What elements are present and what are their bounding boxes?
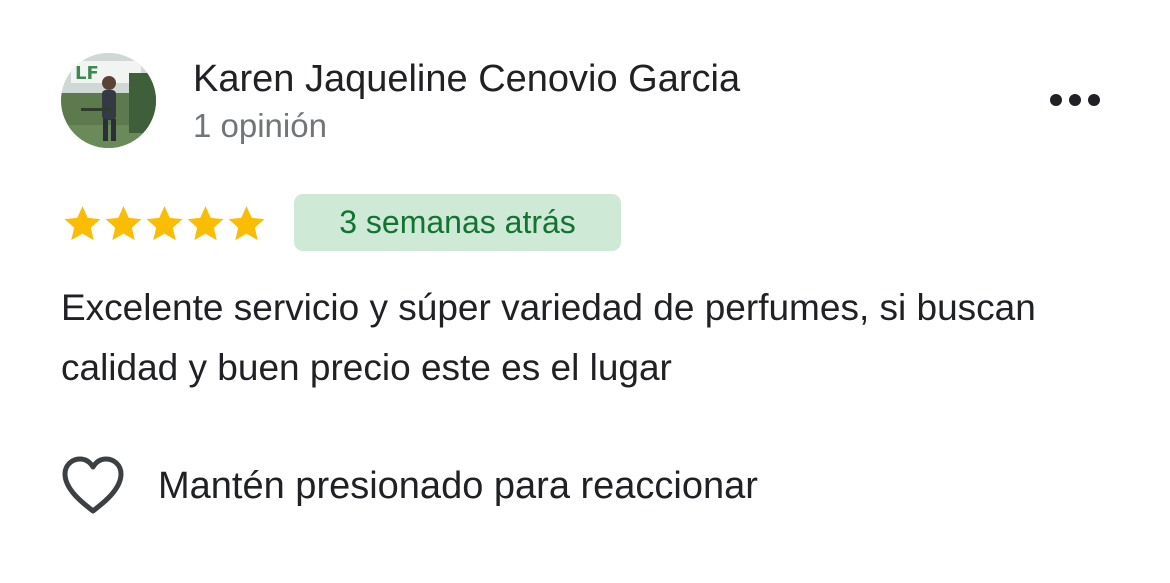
star-rating bbox=[62, 203, 267, 245]
heart-outline-icon bbox=[62, 456, 124, 514]
star-icon bbox=[105, 206, 142, 241]
more-horizontal-icon bbox=[1050, 94, 1100, 106]
star-icon bbox=[228, 206, 265, 241]
avatar-photo: LF bbox=[61, 53, 156, 148]
svg-text:LF: LF bbox=[75, 63, 99, 84]
review-card: LF Karen Jaqueline Cenovio Garcia 1 opin… bbox=[0, 0, 1170, 583]
react-label: Mantén presionado para reaccionar bbox=[158, 465, 758, 507]
time-ago-badge: 3 semanas atrás bbox=[294, 194, 621, 251]
reviewer-name[interactable]: Karen Jaqueline Cenovio Garcia bbox=[193, 56, 740, 102]
star-icon bbox=[64, 206, 101, 241]
avatar[interactable]: LF bbox=[61, 53, 156, 148]
star-icon bbox=[187, 206, 224, 241]
more-options-button[interactable] bbox=[1040, 80, 1110, 120]
review-count: 1 opinión bbox=[193, 107, 327, 144]
react-button[interactable]: Mantén presionado para reaccionar bbox=[60, 455, 758, 517]
star-icon bbox=[146, 206, 183, 241]
review-text: Excelente servicio y súper variedad de p… bbox=[61, 287, 1036, 388]
